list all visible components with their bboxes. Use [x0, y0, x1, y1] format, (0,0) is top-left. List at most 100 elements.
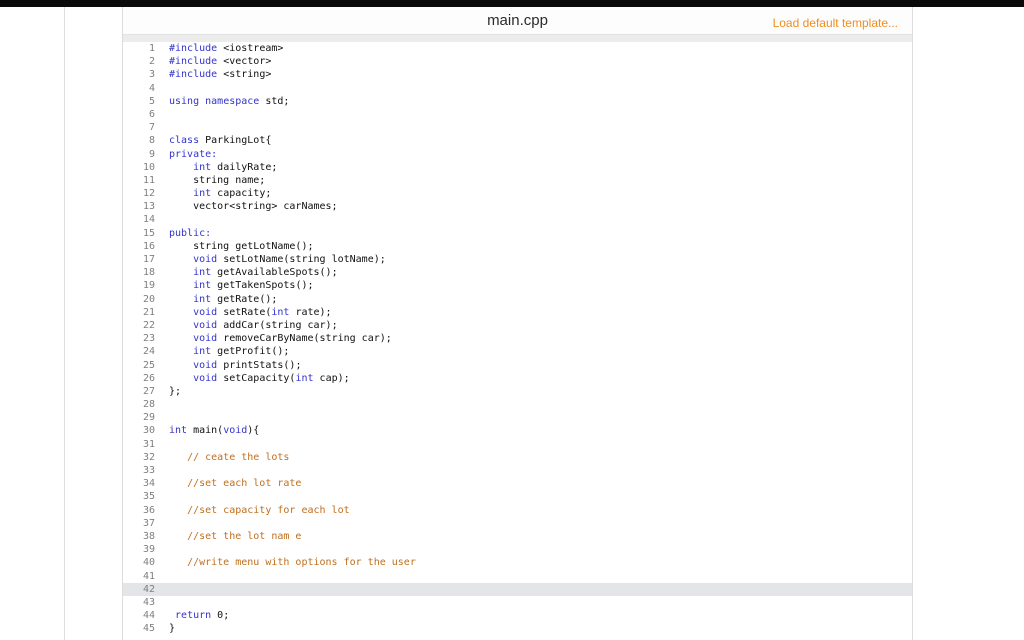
- code-line-text: int getAvailableSpots();: [193, 267, 338, 279]
- line-number: 3: [148, 69, 155, 81]
- code-line: 41: [123, 570, 912, 583]
- line-number: 41: [142, 570, 155, 582]
- code-line-text: int main(void){: [169, 425, 260, 437]
- line-number: 20: [142, 293, 155, 305]
- line-number: 23: [142, 333, 155, 345]
- code-line: 12 int capacity;: [123, 187, 912, 200]
- left-divider: [64, 7, 65, 640]
- code-line-text: public:: [169, 227, 212, 239]
- code-line: 45}: [123, 622, 912, 635]
- code-line: 43: [123, 596, 912, 609]
- code-line-text: string name;: [169, 174, 266, 186]
- code-line-text: private:: [169, 148, 218, 160]
- code-line-text: void removeCarByName(string car);: [193, 333, 392, 345]
- code-line: 11 string name;: [123, 174, 912, 187]
- code-line-text: // ceate the lots: [187, 451, 290, 463]
- code-line-text: int capacity;: [193, 188, 272, 200]
- line-number: 42: [142, 583, 155, 595]
- line-number: 14: [142, 214, 155, 226]
- code-line: 29: [123, 411, 912, 424]
- code-line: 2 #include <vector>: [123, 55, 912, 68]
- load-default-template-link[interactable]: Load default template...: [773, 16, 898, 30]
- line-number: 29: [142, 412, 155, 424]
- code-line: 3 #include <string>: [123, 68, 912, 81]
- line-number: 45: [142, 623, 155, 635]
- code-line: 27};: [123, 385, 912, 398]
- line-number: 22: [142, 319, 155, 331]
- line-number: 2: [148, 56, 155, 68]
- code-line-text: //set the lot nam e: [187, 530, 302, 542]
- code-line: 32 // ceate the lots: [123, 451, 912, 464]
- line-number: 5: [148, 95, 155, 107]
- code-line: 17 void setLotName(string lotName);: [123, 253, 912, 266]
- code-line-text: int getTakenSpots();: [193, 280, 314, 292]
- line-number: 36: [142, 504, 155, 516]
- line-number: 38: [142, 530, 155, 542]
- line-number: 39: [142, 544, 155, 556]
- code-line: 22 void addCar(string car);: [123, 319, 912, 332]
- line-number: 12: [142, 188, 155, 200]
- header-separator: [123, 35, 912, 42]
- code-line-text: void addCar(string car);: [193, 319, 338, 331]
- line-number: 43: [142, 596, 155, 608]
- code-line: 16 string getLotName();: [123, 240, 912, 253]
- top-bar: [0, 0, 1024, 7]
- code-line-text: };: [169, 385, 182, 397]
- code-line-text: void printStats();: [193, 359, 302, 371]
- line-number: 40: [142, 557, 155, 569]
- code-line: 33: [123, 464, 912, 477]
- line-number: 13: [142, 201, 155, 213]
- line-number: 9: [148, 148, 155, 160]
- code-line-text: #include <string>: [169, 69, 272, 81]
- code-line: 25 void printStats();: [123, 359, 912, 372]
- line-number: 32: [142, 451, 155, 463]
- code-line: 26 void setCapacity(int cap);: [123, 372, 912, 385]
- code-line: 1 #include <iostream>: [123, 42, 912, 55]
- code-line: 13 vector<string> carNames;: [123, 200, 912, 213]
- code-line-text: void setRate(int rate);: [193, 306, 332, 318]
- code-line: 30 int main(void){: [123, 424, 912, 437]
- line-number: 16: [142, 240, 155, 252]
- line-number: 15: [142, 227, 155, 239]
- code-line: 37: [123, 517, 912, 530]
- code-editor[interactable]: 1 #include <iostream> 2 #include <vector> 3 #…: [123, 42, 912, 636]
- code-line: 18 int getAvailableSpots();: [123, 266, 912, 279]
- code-line: 21 void setRate(int rate);: [123, 306, 912, 319]
- line-number: 8: [148, 135, 155, 147]
- code-line: 20 int getRate();: [123, 293, 912, 306]
- line-number: 7: [148, 122, 155, 134]
- code-line-text: #include <vector>: [169, 56, 272, 68]
- code-line: 7: [123, 121, 912, 134]
- line-number: 37: [142, 517, 155, 529]
- line-number: 17: [142, 254, 155, 265]
- code-line-text: //set each lot rate: [187, 478, 302, 490]
- code-line: 39: [123, 543, 912, 556]
- code-line: 31: [123, 438, 912, 451]
- code-line-text: string getLotName();: [169, 240, 314, 252]
- code-line: 44 return 0;: [123, 609, 912, 622]
- code-line: 15 public:: [123, 227, 912, 240]
- line-number: 19: [142, 280, 155, 292]
- code-line: 23 void removeCarByName(string car);: [123, 332, 912, 345]
- code-line-text: int getRate();: [193, 293, 278, 305]
- code-line-text: void setCapacity(int cap);: [193, 372, 350, 384]
- code-line: 38 //set the lot nam e: [123, 530, 912, 543]
- line-number: 21: [142, 306, 155, 318]
- line-number: 1: [148, 43, 155, 54]
- line-number: 18: [142, 267, 155, 279]
- line-number: 6: [148, 108, 155, 120]
- code-line-text: }: [169, 623, 176, 635]
- code-line-text: //write menu with options for the user: [187, 557, 416, 569]
- line-number: 31: [142, 438, 155, 450]
- code-line: 10 int dailyRate;: [123, 161, 912, 174]
- line-number: 33: [142, 465, 155, 476]
- code-line: 5 using namespace std;: [123, 95, 912, 108]
- line-number: 4: [148, 82, 155, 94]
- code-line-text: int dailyRate;: [193, 161, 278, 173]
- line-number: 11: [142, 174, 155, 186]
- line-number: 44: [142, 610, 155, 622]
- code-line: 6: [123, 108, 912, 121]
- code-line: 35: [123, 490, 912, 503]
- code-line: 28: [123, 398, 912, 411]
- code-line-text: using namespace std;: [169, 95, 290, 107]
